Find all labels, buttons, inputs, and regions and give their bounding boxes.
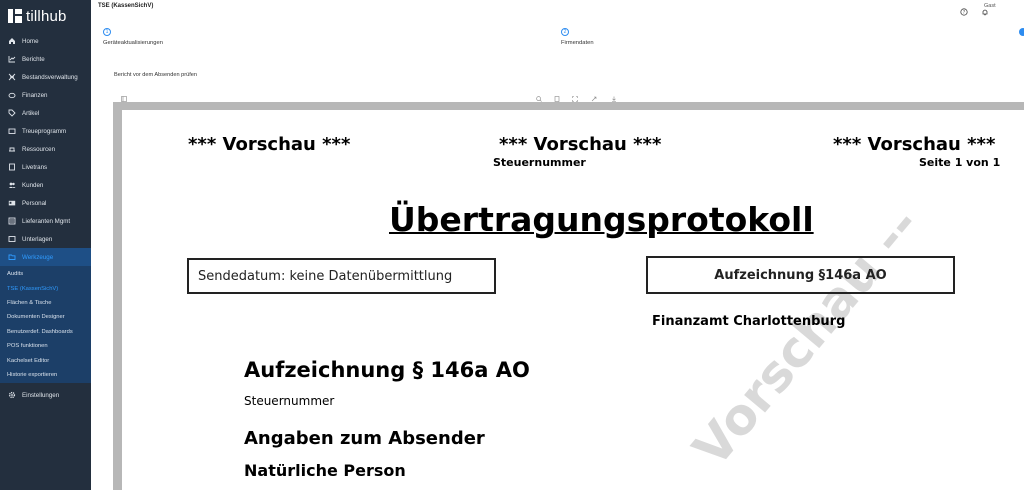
sender-heading: Angaben zum Absender: [244, 428, 485, 449]
tax-number-label: Steuernummer: [244, 394, 335, 408]
receipt-icon: [8, 163, 16, 171]
sidebar-item-unterlagen[interactable]: Unterlagen: [0, 230, 91, 248]
record-heading: Aufzeichnung § 146a AO: [244, 358, 530, 382]
documents-icon: [8, 235, 16, 243]
page-info: Seite 1 von 1: [919, 156, 1001, 169]
brand-logo[interactable]: tillhub: [0, 0, 91, 32]
viewer-toolbar: [114, 88, 1024, 102]
sidebar-toggle-icon[interactable]: [121, 89, 127, 102]
sidebar-item-kunden[interactable]: Kunden: [0, 176, 91, 194]
submenu-item-audits[interactable]: Audits: [0, 267, 91, 281]
document-title: Übertragungsprotokoll: [389, 200, 814, 239]
home-icon: [8, 37, 16, 45]
sidebar-item-livetrans[interactable]: Livetrans: [0, 158, 91, 176]
preview-header-left: *** Vorschau ***: [188, 134, 351, 155]
gear-icon: [8, 391, 16, 399]
top-bar: TSE (KassenSichV) ? Gast: [91, 0, 1024, 16]
sidebar-item-berichte[interactable]: Berichte: [0, 50, 91, 68]
main-nav: Home Berichte Bestandsverwaltung Finanze…: [0, 32, 91, 266]
loyalty-card-icon: [8, 127, 16, 135]
sidebar-item-treueprogramm[interactable]: Treueprogramm: [0, 122, 91, 140]
pdf-viewer[interactable]: Vorschau -- *** Vorschau *** *** Vorscha…: [113, 102, 1024, 490]
sidebar-item-bestandsverwaltung[interactable]: Bestandsverwaltung: [0, 68, 91, 86]
sidebar-item-label: Einstellungen: [22, 391, 60, 399]
section-label: Bericht vor dem Absenden prüfen: [114, 72, 198, 78]
preview-header-center: *** Vorschau ***: [499, 134, 662, 155]
supplier-icon: [8, 217, 16, 225]
resources-icon: [8, 145, 16, 153]
sidebar-item-label: Personal: [22, 199, 47, 207]
tillhub-logo-icon: [8, 9, 22, 23]
sidebar-item-artikel[interactable]: Artikel: [0, 104, 91, 122]
step-number: 1: [103, 28, 111, 36]
sidebar-item-label: Kunden: [22, 181, 44, 189]
submenu-item-tse[interactable]: TSE (KassenSichV): [0, 281, 91, 295]
sidebar-item-einstellungen[interactable]: Einstellungen: [0, 386, 91, 404]
send-date-text: Sendedatum: keine Datenübermittlung: [198, 268, 453, 284]
sidebar-item-label: Unterlagen: [22, 235, 53, 243]
natural-person-heading: Natürliche Person: [244, 461, 406, 480]
zoom-out-icon[interactable]: [554, 89, 560, 102]
step-2[interactable]: 2 Firmendaten: [561, 28, 594, 46]
stepper: 1 Geräteaktualisierungen 2 Firmendaten: [91, 28, 1024, 50]
record-box: Aufzeichnung §146a AO: [646, 256, 955, 294]
id-card-icon: [8, 199, 16, 207]
step-number: 2: [561, 28, 569, 36]
sidebar: tillhub Home Berichte Bestandsverwaltung…: [0, 0, 91, 490]
sidebar-item-lieferanten[interactable]: Lieferanten Mgmt: [0, 212, 91, 230]
piggy-bank-icon: [8, 91, 16, 99]
help-icon[interactable]: ?: [960, 3, 968, 16]
tax-office: Finanzamt Charlottenburg: [652, 314, 846, 329]
folder-icon: [8, 253, 16, 261]
rotate-icon[interactable]: [591, 89, 597, 102]
werkzeuge-submenu: Audits TSE (KassenSichV) Flächen & Tisch…: [0, 266, 91, 384]
tag-icon: [8, 109, 16, 117]
submenu-item-flaechen[interactable]: Flächen & Tische: [0, 296, 91, 310]
sidebar-item-label: Artikel: [22, 109, 40, 117]
submenu-item-pos-funktionen[interactable]: POS funktionen: [0, 339, 91, 353]
submenu-item-dashboards[interactable]: Benutzerdef. Dashboards: [0, 325, 91, 339]
sidebar-item-ressourcen[interactable]: Ressourcen: [0, 140, 91, 158]
sidebar-item-finanzen[interactable]: Finanzen: [0, 86, 91, 104]
record-box-text: Aufzeichnung §146a AO: [714, 267, 887, 283]
brand-name: tillhub: [26, 7, 67, 25]
sidebar-item-label: Livetrans: [22, 163, 48, 171]
sidebar-item-label: Home: [22, 37, 39, 45]
send-date-box: Sendedatum: keine Datenübermittlung: [187, 258, 496, 294]
submenu-item-kachelset-editor[interactable]: Kachelset Editor: [0, 353, 91, 367]
user-name[interactable]: Gast: [984, 3, 996, 9]
header-tax-number: Steuernummer: [493, 156, 586, 169]
step-current-indicator[interactable]: [1019, 28, 1024, 36]
page-title: TSE (KassenSichV): [98, 3, 154, 9]
users-icon: [8, 181, 16, 189]
sidebar-item-label: Bestandsverwaltung: [22, 73, 78, 81]
step-1[interactable]: 1 Geräteaktualisierungen: [103, 28, 163, 46]
sidebar-item-label: Werkzeuge: [22, 253, 54, 261]
sidebar-item-label: Treueprogramm: [22, 127, 67, 135]
sidebar-item-label: Lieferanten Mgmt: [22, 217, 71, 225]
sidebar-item-home[interactable]: Home: [0, 32, 91, 50]
pdf-page: Vorschau -- *** Vorschau *** *** Vorscha…: [122, 110, 1024, 490]
step-label: Firmendaten: [561, 40, 594, 46]
preview-header-right: *** Vorschau ***: [833, 134, 996, 155]
submenu-item-historie-exportieren[interactable]: Historie exportieren: [0, 368, 91, 382]
sidebar-item-personal[interactable]: Personal: [0, 194, 91, 212]
sidebar-item-label: Ressourcen: [22, 145, 56, 153]
inventory-icon: [8, 73, 16, 81]
zoom-in-icon[interactable]: [536, 89, 542, 102]
chart-icon: [8, 55, 16, 63]
download-icon[interactable]: [611, 89, 617, 102]
fit-page-icon[interactable]: [572, 89, 578, 102]
submenu-item-dokumenten-designer[interactable]: Dokumenten Designer: [0, 310, 91, 324]
sidebar-item-label: Berichte: [22, 55, 45, 63]
sidebar-item-werkzeuge[interactable]: Werkzeuge: [0, 248, 91, 266]
sidebar-item-label: Finanzen: [22, 91, 48, 99]
step-label: Geräteaktualisierungen: [103, 40, 163, 46]
